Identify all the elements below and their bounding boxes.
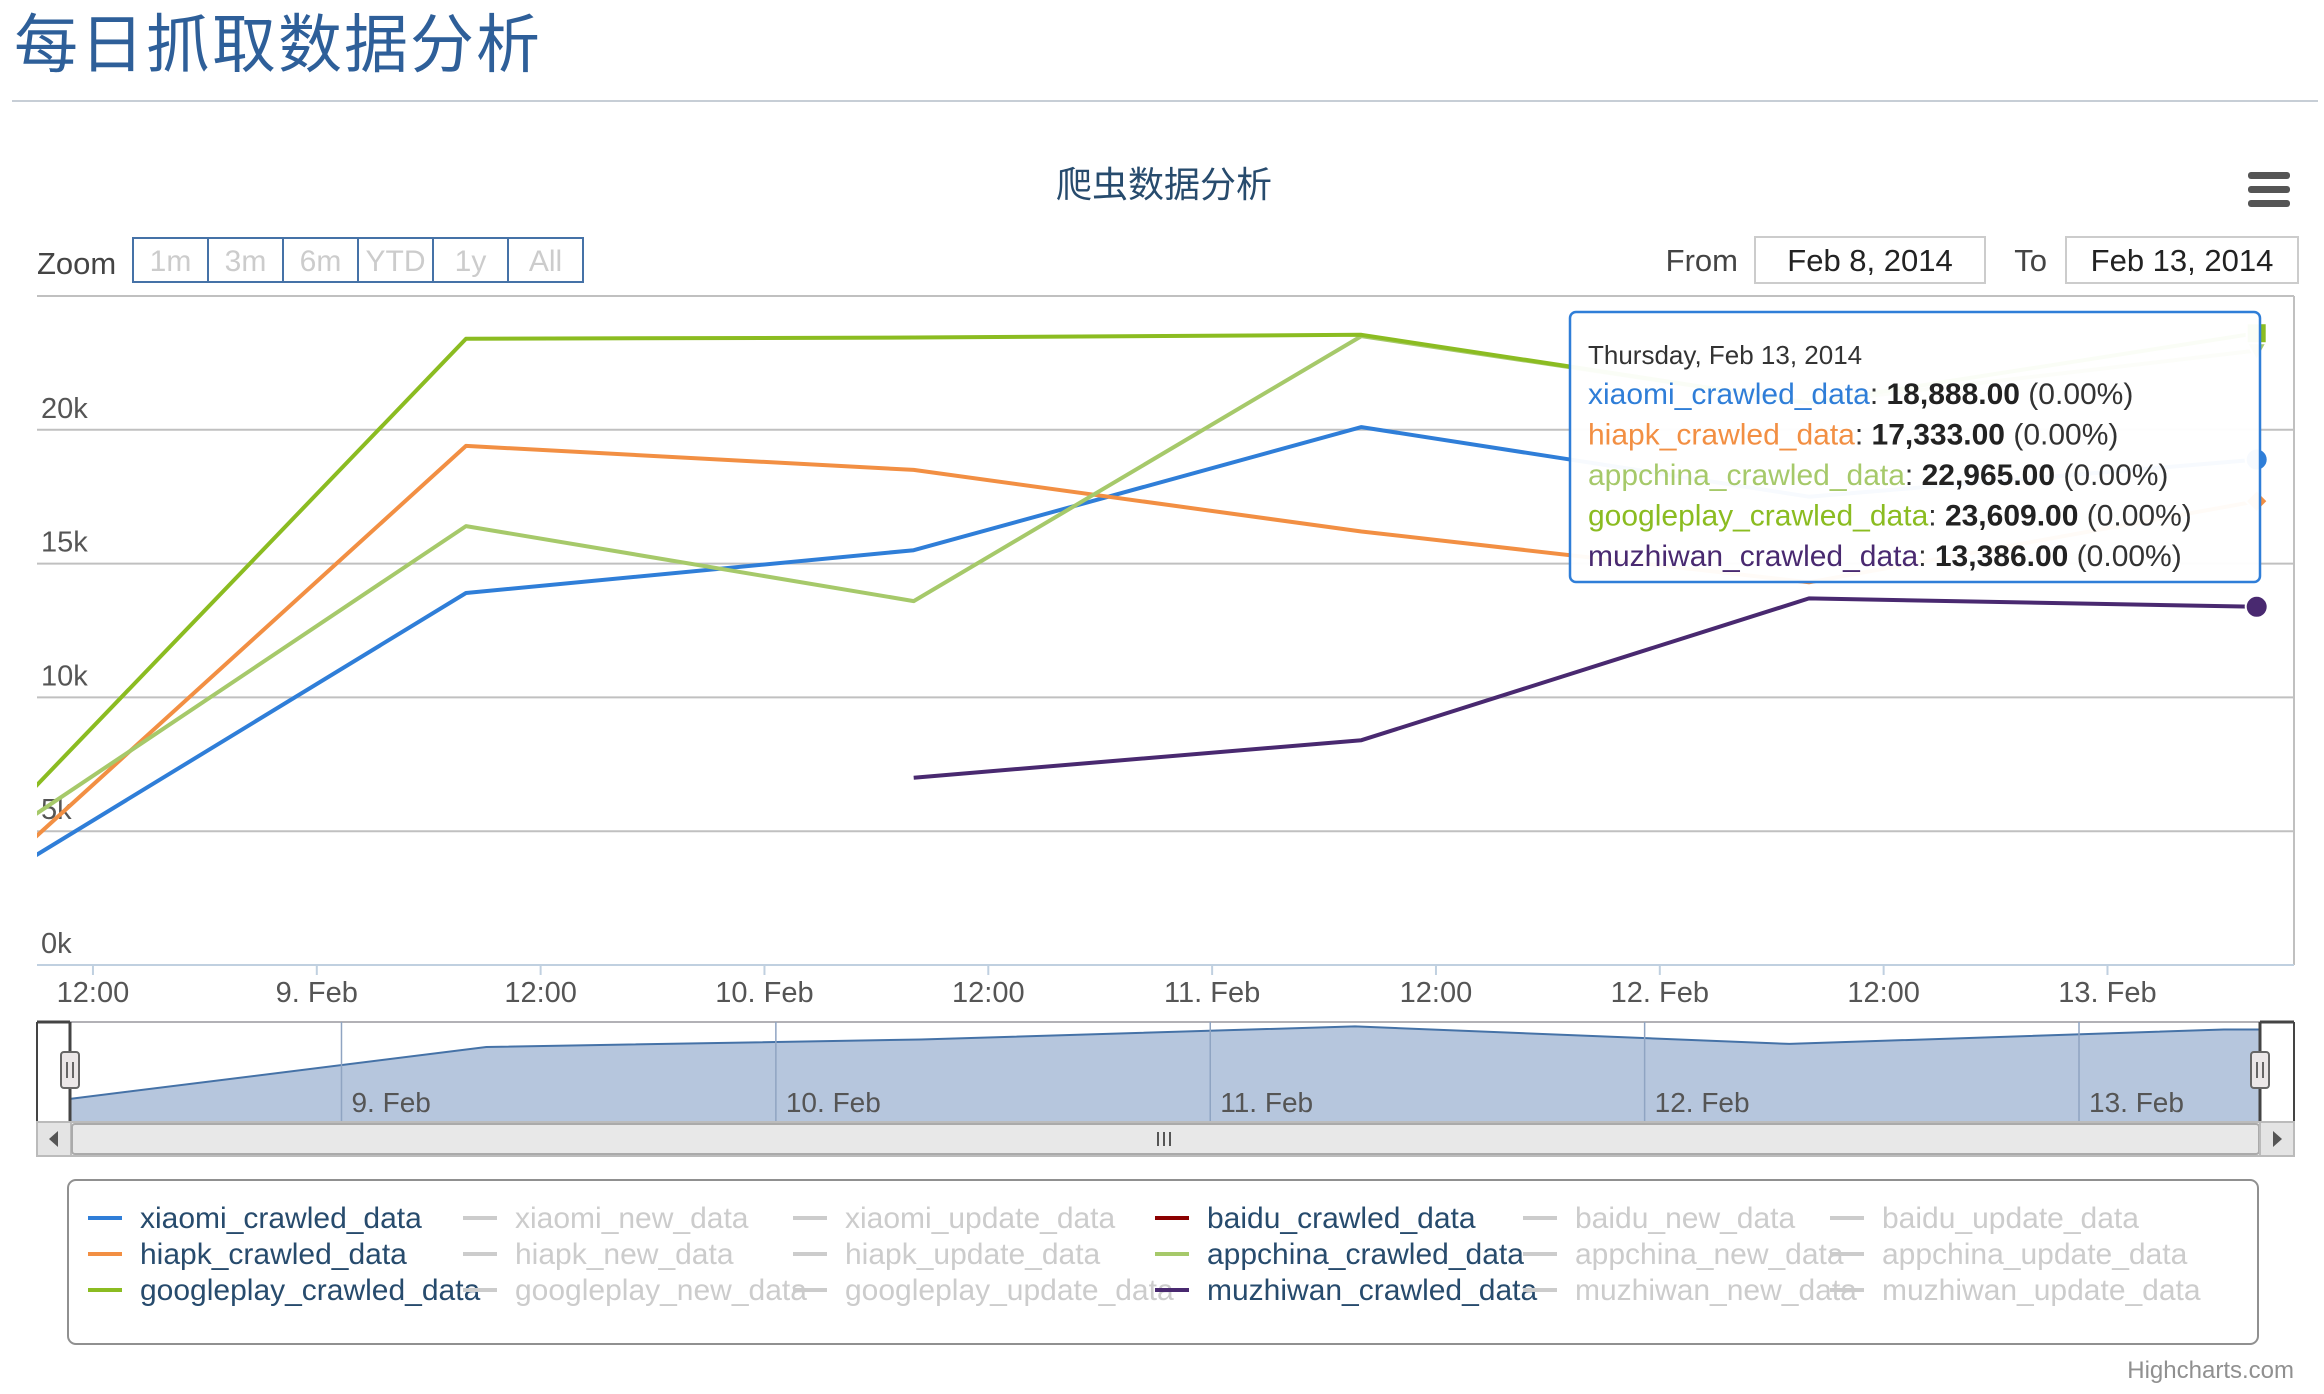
y-tick-label: 10k: [41, 660, 88, 692]
navigator-right-handle[interactable]: [2250, 1051, 2270, 1089]
tooltip-row: xiaomi_crawled_data: 18,888.00 (0.00%): [1588, 378, 2133, 411]
scroll-left-arrow-icon[interactable]: [36, 1121, 72, 1157]
legend-label: muzhiwan_new_data: [1575, 1274, 1857, 1307]
x-axis: 12:00 9. Feb 12:00 10. Feb 12:00 11. Feb 12:00…: [57, 965, 2157, 1009]
legend-label: muzhiwan_update_data: [1882, 1274, 2201, 1307]
tooltip-header: Thursday, Feb 13, 2014: [1588, 340, 1862, 370]
x-tick-label: 12:00: [1400, 977, 1473, 1009]
x-tick-label: 13. Feb: [2058, 977, 2156, 1009]
legend-label: muzhiwan_crawled_data: [1207, 1274, 1538, 1307]
x-tick-label: 12:00: [504, 977, 577, 1009]
legend-label: baidu_crawled_data: [1207, 1202, 1476, 1235]
legend-label: hiapk_update_data: [845, 1238, 1101, 1271]
from-label: From: [1666, 243, 1738, 278]
tooltip-row: hiapk_crawled_data: 17,333.00 (0.00%): [1588, 419, 2118, 452]
zoom-button-label: 6m: [300, 245, 342, 278]
navigator-left-handle[interactable]: [60, 1051, 80, 1089]
to-date-value: Feb 13, 2014: [2091, 243, 2274, 278]
legend-label: baidu_new_data: [1575, 1202, 1796, 1235]
x-tick-label: 12. Feb: [1611, 977, 1709, 1009]
scroll-right-arrow-icon[interactable]: [2259, 1121, 2295, 1157]
x-tick-label: 12:00: [1847, 977, 1920, 1009]
legend-label: hiapk_new_data: [515, 1238, 734, 1271]
navigator-tick-label: 10. Feb: [786, 1087, 881, 1118]
legend-label: baidu_update_data: [1882, 1202, 2139, 1235]
legend-item-muzhiwan_update_data[interactable]: muzhiwan_update_data: [1830, 1274, 2201, 1307]
navigator[interactable]: 9. Feb 10. Feb 11. Feb 12. Feb 13. Feb: [36, 1020, 2295, 1123]
legend-label: xiaomi_update_data: [845, 1202, 1116, 1235]
zoom-label: Zoom: [37, 246, 116, 281]
zoom-button-label: 1y: [455, 245, 487, 278]
legend-label: appchina_new_data: [1575, 1238, 1844, 1271]
y-tick-label: 0k: [41, 928, 72, 960]
scrollbar[interactable]: [36, 1121, 2295, 1157]
tooltip-row: googleplay_crawled_data: 23,609.00 (0.00…: [1588, 500, 2192, 533]
legend-label: xiaomi_crawled_data: [140, 1202, 422, 1235]
legend-item-googleplay_crawled_data[interactable]: googleplay_crawled_data: [88, 1274, 481, 1307]
credits-link[interactable]: Highcharts.com: [2127, 1357, 2294, 1384]
legend-item-googleplay_new_data[interactable]: googleplay_new_data: [463, 1274, 807, 1307]
chart-title: 爬虫数据分析: [1056, 164, 1272, 205]
legend-label: appchina_update_data: [1882, 1238, 2188, 1271]
navigator-tick-label: 13. Feb: [2089, 1087, 2184, 1118]
legend-label: hiapk_crawled_data: [140, 1238, 407, 1271]
stock-chart: 爬虫数据分析 Zoom 1m 3m 6m YTD 1y All From Feb 8, 2…: [36, 164, 2299, 1384]
legend-label: googleplay_crawled_data: [140, 1274, 481, 1307]
x-tick-label: 11. Feb: [1164, 977, 1260, 1009]
legend-item-muzhiwan_crawled_data[interactable]: muzhiwan_crawled_data: [1155, 1274, 1538, 1307]
scrollbar-thumb[interactable]: [71, 1123, 2260, 1155]
x-tick-label: 12:00: [952, 977, 1025, 1009]
tooltip-row: appchina_crawled_data: 22,965.00 (0.00%): [1588, 459, 2168, 492]
navigator-tick-label: 11. Feb: [1220, 1087, 1313, 1118]
zoom-button-label: 1m: [150, 245, 192, 278]
legend-label: googleplay_update_data: [845, 1274, 1174, 1307]
y-tick-label: 20k: [41, 393, 88, 425]
zoom-button-label: YTD: [366, 245, 426, 278]
legend-item-googleplay_update_data[interactable]: googleplay_update_data: [793, 1274, 1174, 1307]
tooltip-row: muzhiwan_crawled_data: 13,386.00 (0.00%): [1588, 540, 2182, 573]
zoom-button-group: 1m 3m 6m YTD 1y All: [132, 237, 584, 283]
navigator-tick-label: 12. Feb: [1655, 1087, 1750, 1118]
zoom-button-label: All: [529, 245, 562, 278]
legend-item-appchina_update_data[interactable]: appchina_update_data: [1830, 1238, 2188, 1271]
y-tick-label: 15k: [41, 527, 88, 559]
x-tick-label: 12:00: [57, 977, 130, 1009]
navigator-tick-label: 9. Feb: [351, 1087, 430, 1118]
legend-label: xiaomi_new_data: [515, 1202, 749, 1235]
legend-label: googleplay_new_data: [515, 1274, 807, 1307]
from-date-value: Feb 8, 2014: [1787, 243, 1952, 278]
legend-item-appchina_crawled_data[interactable]: appchina_crawled_data: [1155, 1238, 1524, 1271]
hamburger-menu-icon[interactable]: [2240, 165, 2298, 215]
series-line-muzhiwan_crawled_data[interactable]: [913, 596, 2257, 780]
hover-marker-muzhiwan_crawled_data[interactable]: [2244, 594, 2269, 619]
zoom-button-label: 3m: [225, 245, 267, 278]
legend-label: appchina_crawled_data: [1207, 1238, 1524, 1271]
tooltip: Thursday, Feb 13, 2014 xiaomi_crawled_da…: [1568, 310, 2262, 584]
to-label: To: [2014, 243, 2047, 278]
x-tick-label: 9. Feb: [276, 977, 358, 1009]
x-tick-label: 10. Feb: [715, 977, 813, 1009]
y-axis: 0k5k10k15k20k: [41, 393, 88, 960]
